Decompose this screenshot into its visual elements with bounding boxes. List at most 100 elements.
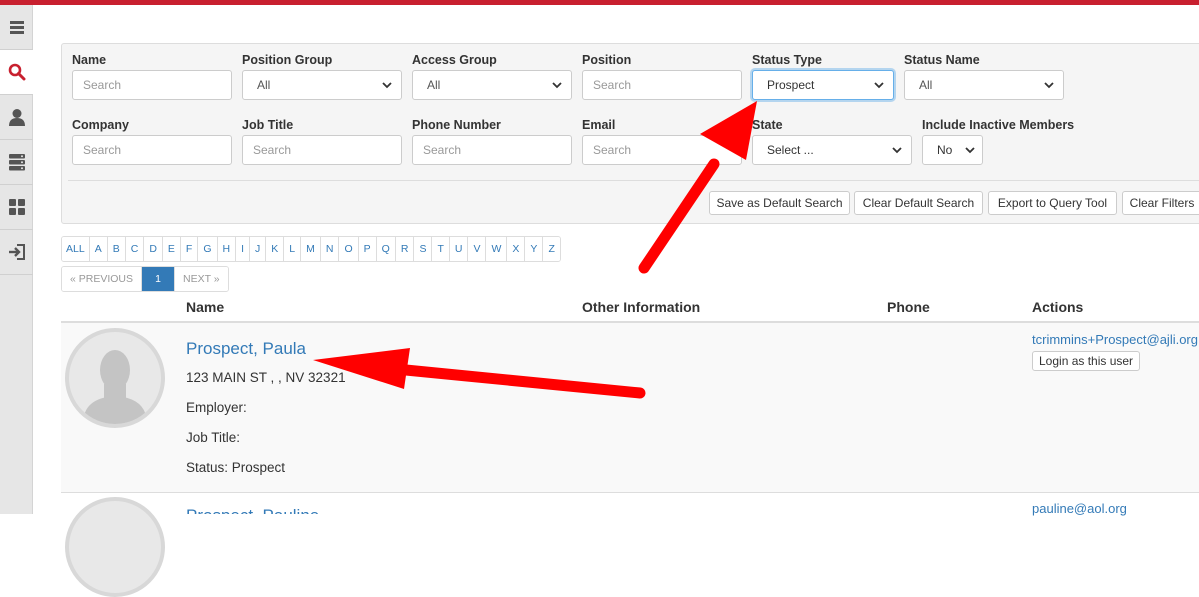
access-group-value: All xyxy=(427,78,441,92)
sidebar-item-menu[interactable] xyxy=(0,5,33,50)
alpha-filter-j[interactable]: J xyxy=(250,237,267,261)
status-type-select[interactable]: Prospect xyxy=(752,70,894,100)
alpha-filter-e[interactable]: E xyxy=(162,237,181,261)
job-title-search-input[interactable]: Search xyxy=(242,135,402,165)
position-group-value: All xyxy=(257,78,271,92)
alpha-filter-f[interactable]: F xyxy=(180,237,199,261)
access-group-select[interactable]: All xyxy=(412,70,572,100)
member-email-cell: tcrimmins+Prospect@ajli.org xyxy=(1032,331,1199,349)
alpha-filter-a[interactable]: A xyxy=(89,237,108,261)
alpha-filter-o[interactable]: O xyxy=(339,237,359,261)
alpha-filter-h[interactable]: H xyxy=(217,237,237,261)
member-name-link[interactable]: Prospect, Paula xyxy=(186,339,306,359)
avatar xyxy=(65,328,165,428)
column-header-other-information[interactable]: Other Information xyxy=(582,299,700,315)
status-name-select[interactable]: All xyxy=(904,70,1064,100)
search-filter-panel: Name Search Position Group All Access Gr… xyxy=(61,43,1199,224)
member-address: 123 MAIN ST , , NV 32321 xyxy=(186,370,346,385)
position-group-filter: Position Group All xyxy=(242,53,402,100)
job-title-label: Job Title xyxy=(242,118,294,132)
server-icon xyxy=(8,154,25,171)
alphabet-filter: ALL A B C D E F G H I J K L M N O P Q R S T U V W X Y Z xyxy=(61,236,561,262)
access-group-label: Access Group xyxy=(412,53,497,67)
include-inactive-filter: Include Inactive Members No xyxy=(922,118,1074,165)
alpha-filter-s[interactable]: S xyxy=(414,237,433,261)
alpha-filter-g[interactable]: G xyxy=(198,237,218,261)
column-header-phone[interactable]: Phone xyxy=(887,299,930,315)
login-as-user-button[interactable]: Login as this user xyxy=(1032,351,1141,371)
job-title-filter: Job Title Search xyxy=(242,118,402,165)
search-icon xyxy=(8,63,25,81)
status-type-label: Status Type xyxy=(752,53,822,67)
save-default-search-button[interactable]: Save as Default Search xyxy=(709,191,850,215)
member-employer: Employer: xyxy=(186,400,247,415)
phone-number-label: Phone Number xyxy=(412,118,501,132)
state-select[interactable]: Select ... xyxy=(752,135,912,165)
sidebar-item-dashboard[interactable] xyxy=(0,185,33,230)
avatar-placeholder-icon xyxy=(83,350,147,424)
sidebar-item-search[interactable] xyxy=(0,50,33,95)
alpha-filter-d[interactable]: D xyxy=(144,237,163,261)
sidebar-item-server[interactable] xyxy=(0,140,33,185)
alpha-filter-w[interactable]: W xyxy=(486,237,508,261)
alpha-filter-n[interactable]: N xyxy=(320,237,340,261)
alpha-filter-v[interactable]: V xyxy=(468,237,487,261)
export-query-tool-button[interactable]: Export to Query Tool xyxy=(988,191,1117,215)
state-filter: State Select ... xyxy=(752,118,912,165)
member-status: Status: Prospect xyxy=(186,460,286,475)
phone-number-filter: Phone Number Search xyxy=(412,118,572,165)
email-label: Email xyxy=(582,118,616,132)
alpha-filter-all[interactable]: ALL xyxy=(62,237,90,261)
column-header-name[interactable]: Name xyxy=(186,299,224,315)
alpha-filter-m[interactable]: M xyxy=(301,237,321,261)
menu-icon xyxy=(9,21,24,34)
pager-next[interactable]: NEXT » xyxy=(174,267,228,291)
email-filter: Email Search xyxy=(582,118,742,165)
include-inactive-select[interactable]: No xyxy=(922,135,983,165)
user-icon xyxy=(8,109,25,126)
alpha-filter-k[interactable]: K xyxy=(266,237,285,261)
clear-filters-button[interactable]: Clear Filters xyxy=(1122,191,1199,215)
alpha-filter-p[interactable]: P xyxy=(358,237,377,261)
member-email-link[interactable]: tcrimmins+Prospect@ajli.org xyxy=(1032,332,1198,347)
alpha-filter-x[interactable]: X xyxy=(507,237,526,261)
company-search-input[interactable]: Search xyxy=(72,135,232,165)
chevron-down-icon xyxy=(874,82,884,89)
position-search-input[interactable]: Search xyxy=(582,70,742,100)
sidebar xyxy=(0,5,33,514)
alpha-filter-i[interactable]: I xyxy=(236,237,251,261)
alpha-filter-z[interactable]: Z xyxy=(543,237,560,261)
pager-current-page[interactable]: 1 xyxy=(142,267,175,291)
status-type-value: Prospect xyxy=(767,78,815,92)
clear-default-search-button[interactable]: Clear Default Search xyxy=(854,191,983,215)
name-search-input[interactable]: Search xyxy=(72,70,232,100)
sidebar-item-user[interactable] xyxy=(0,95,33,140)
phone-number-search-input[interactable]: Search xyxy=(412,135,572,165)
member-name-link[interactable]: Prospect, Pauline xyxy=(186,506,319,514)
position-label: Position xyxy=(582,53,632,67)
sidebar-item-sign-in[interactable] xyxy=(0,230,33,275)
chevron-down-icon xyxy=(892,147,902,154)
member-name-clip: Prospect, Pauline xyxy=(186,493,336,514)
name-filter: Name Search xyxy=(72,53,232,100)
alpha-filter-l[interactable]: L xyxy=(284,237,302,261)
position-group-select[interactable]: All xyxy=(242,70,402,100)
alpha-filter-c[interactable]: C xyxy=(125,237,145,261)
alpha-filter-r[interactable]: R xyxy=(395,237,415,261)
pager-previous[interactable]: « PREVIOUS xyxy=(62,267,143,291)
email-search-input[interactable]: Search xyxy=(582,135,742,165)
include-inactive-value: No xyxy=(937,143,953,157)
alpha-filter-q[interactable]: Q xyxy=(376,237,396,261)
status-name-filter: Status Name All xyxy=(904,53,1064,100)
company-filter: Company Search xyxy=(72,118,232,165)
avatar xyxy=(65,497,165,597)
alpha-filter-t[interactable]: T xyxy=(432,237,450,261)
status-name-label: Status Name xyxy=(904,53,980,67)
alpha-filter-y[interactable]: Y xyxy=(525,237,544,261)
include-inactive-label: Include Inactive Members xyxy=(922,118,1075,132)
alpha-filter-u[interactable]: U xyxy=(449,237,469,261)
company-label: Company xyxy=(72,118,129,132)
alpha-filter-b[interactable]: B xyxy=(107,237,126,261)
column-header-actions: Actions xyxy=(1032,299,1084,315)
pagination: « PREVIOUS 1 NEXT » xyxy=(61,266,229,292)
